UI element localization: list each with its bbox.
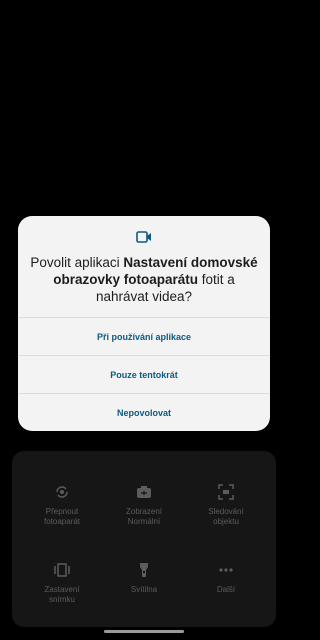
allow-while-using-button[interactable]: Při používání aplikace [18, 318, 270, 355]
view-mode-icon [135, 483, 153, 501]
permission-dialog: Povolit aplikaci Nastavení domovské obra… [18, 216, 270, 431]
object-tracking-button[interactable]: Sledování objektu [182, 481, 270, 561]
menu-label: Zobrazení [125, 507, 163, 516]
menu-label: Sledování [208, 507, 244, 516]
home-indicator[interactable] [104, 630, 184, 633]
freeze-frame-button[interactable]: Zastavení snímku [18, 559, 106, 639]
switch-camera-button[interactable]: Přepnout fotoaparát [18, 481, 106, 561]
flashlight-icon [135, 561, 153, 579]
freeze-frame-icon [53, 561, 71, 579]
menu-sublabel: Normální [127, 517, 161, 526]
menu-sublabel: fotoaparát [43, 517, 81, 526]
flashlight-button[interactable]: Svítilna [100, 559, 188, 639]
allow-once-button[interactable]: Pouze tentokrát [18, 356, 270, 393]
view-mode-button[interactable]: Zobrazení Normální [100, 481, 188, 561]
switch-camera-icon [53, 483, 71, 501]
object-tracking-icon [217, 483, 235, 501]
menu-sublabel: objektu [213, 517, 239, 526]
menu-label: Další [216, 585, 236, 594]
title-prefix: Povolit aplikaci [30, 255, 124, 270]
menu-label: Přepnout [45, 507, 79, 516]
video-camera-icon [136, 230, 152, 244]
deny-button[interactable]: Nepovolovat [18, 394, 270, 431]
camera-options-panel: Přepnout fotoaparát Zobrazení Normální Sle… [12, 451, 276, 627]
menu-sublabel: snímku [49, 595, 75, 604]
dialog-title: Povolit aplikaci Nastavení domovské obra… [28, 254, 260, 305]
more-icon [217, 561, 235, 579]
menu-label: Svítilna [130, 585, 158, 594]
menu-label: Zastavení [44, 585, 80, 594]
more-button[interactable]: Další [182, 559, 270, 639]
